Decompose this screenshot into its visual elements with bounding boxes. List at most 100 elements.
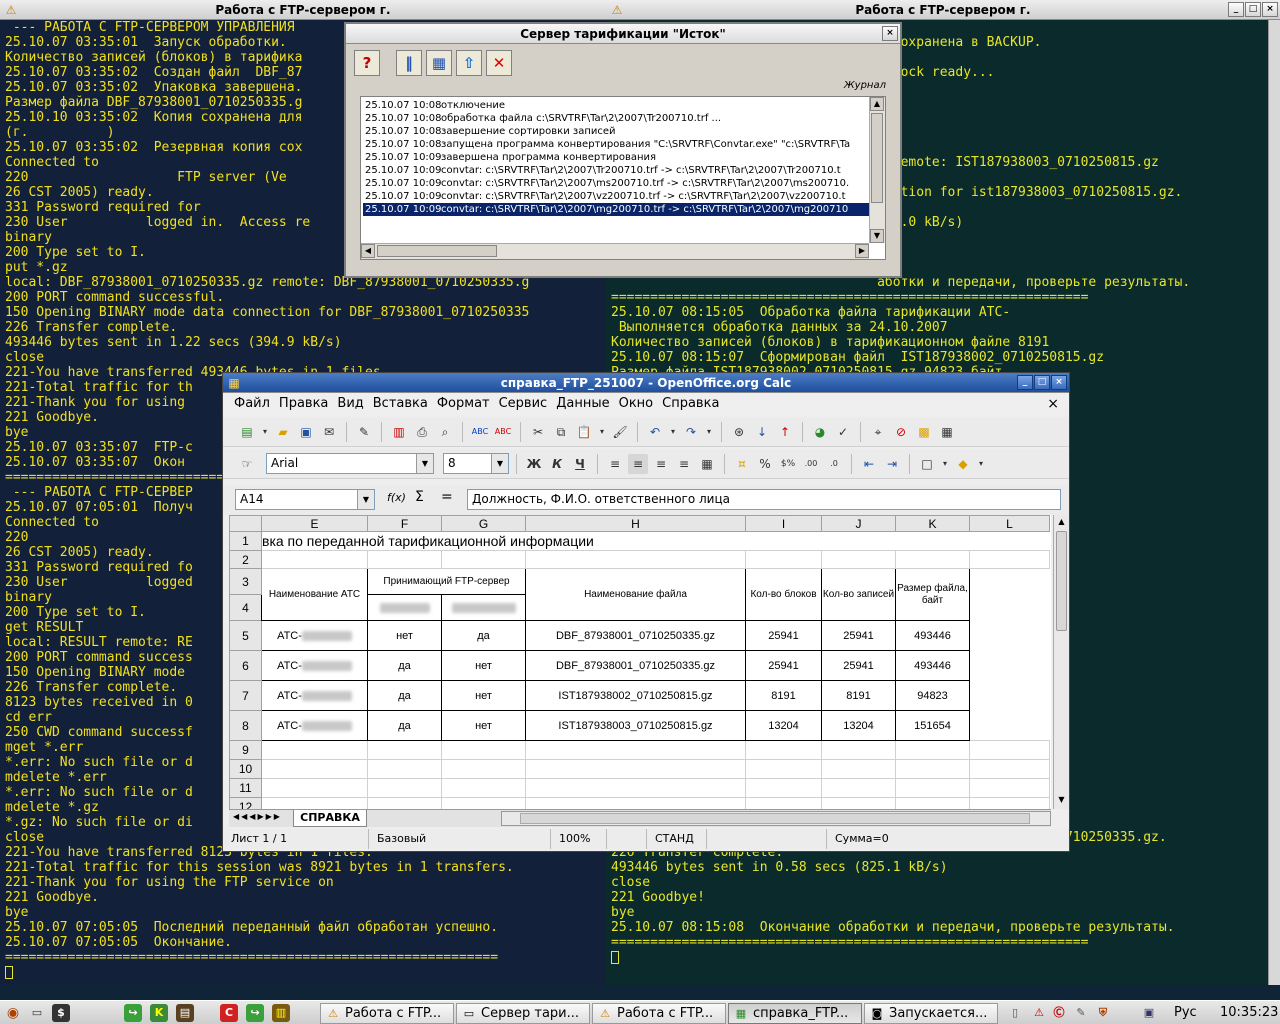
find-replace-icon[interactable]: ⌖ xyxy=(868,422,888,442)
istok-dialog[interactable]: Сервер тарификации "Исток" × ? ‖ ▦ ⇧ ✕ Ж… xyxy=(344,22,902,278)
function-icon[interactable]: = xyxy=(441,489,453,505)
ats-cell[interactable]: АТС- xyxy=(261,620,368,651)
draw-functions-icon[interactable]: ✓ xyxy=(833,422,853,442)
file-cell[interactable]: DBF_87938001_0710250335.gz xyxy=(525,620,746,651)
ftp-cell[interactable]: нет xyxy=(441,710,526,741)
report-title[interactable]: вка по переданной тарификационной информ… xyxy=(262,532,1050,551)
sheet-hscroll[interactable] xyxy=(501,811,1051,826)
hyperlink-icon[interactable]: ⊛ xyxy=(729,422,749,442)
redacted-cell[interactable] xyxy=(367,594,442,621)
journal-entry[interactable]: 25.10.07 10:08завершение сортировки запи… xyxy=(363,125,869,138)
row-header[interactable]: 3 xyxy=(229,568,262,595)
calc-titlebar[interactable]: ▦ справка_FTP_251007 - OpenOffice.org Ca… xyxy=(223,373,1069,393)
blocks-cell[interactable]: 25941 xyxy=(745,650,822,681)
settings-icon[interactable]: ‖ xyxy=(396,50,422,76)
menu-help[interactable]: Справка xyxy=(659,393,725,415)
name-box[interactable]: A14 ▼ xyxy=(235,489,375,510)
journal-entry[interactable]: 25.10.07 10:08обработка файла c:\SRVTRF\… xyxy=(363,112,869,125)
row-header[interactable]: 1 xyxy=(229,531,262,551)
maximize-button[interactable]: □ xyxy=(1245,2,1261,17)
col-header[interactable]: J xyxy=(821,515,896,532)
redo-icon[interactable]: ↷ xyxy=(681,422,701,442)
size-cell[interactable]: 493446 xyxy=(895,620,970,651)
status-zoom[interactable]: 100% xyxy=(551,829,607,849)
tray-pen-icon[interactable]: ✎ xyxy=(1072,1004,1090,1022)
journal-entry[interactable]: 25.10.07 10:08отключение xyxy=(363,99,869,112)
document-close-icon[interactable]: × xyxy=(1047,396,1059,412)
table-row[interactable]: 8 АТС- да нет IST187938003_0710250815.gz… xyxy=(229,710,1050,741)
copy-icon[interactable]: ⧉ xyxy=(551,422,571,442)
header-size[interactable]: Размер файла, байт xyxy=(895,568,970,621)
header-file-name[interactable]: Наименование файла xyxy=(525,568,746,621)
scroll-down-icon[interactable]: ▼ xyxy=(870,229,884,243)
row-header[interactable]: 9 xyxy=(229,740,262,760)
status-mode[interactable]: СТАНД xyxy=(647,829,707,849)
save-icon[interactable]: ▣ xyxy=(296,422,316,442)
formula-input[interactable]: Должность, Ф.И.О. ответственного лица xyxy=(467,489,1061,510)
blocks-cell[interactable]: 8191 xyxy=(745,680,822,711)
file-cell[interactable]: IST187938002_0710250815.gz xyxy=(525,680,746,711)
undo-dropdown-icon[interactable]: ▾ xyxy=(668,422,678,442)
sheet-vscroll[interactable]: ▲ ▼ xyxy=(1053,515,1069,809)
sheet-table[interactable]: E F G H I J K L 1 вка по переданной тари… xyxy=(229,515,1050,809)
row-header[interactable]: 4 xyxy=(229,594,262,621)
new-dropdown-icon[interactable]: ▾ xyxy=(260,422,270,442)
ftp-cell[interactable]: да xyxy=(367,650,442,681)
istok-titlebar[interactable]: Сервер тарификации "Исток" × xyxy=(346,24,900,44)
row-header[interactable]: 6 xyxy=(229,650,262,681)
journal-entry[interactable]: 25.10.07 10:09convtar: c:\SRVTRF\Tar\2\2… xyxy=(363,203,869,216)
journal-hscroll[interactable]: ◀ ▶ xyxy=(361,243,869,259)
increase-indent-icon[interactable]: ⇥ xyxy=(882,454,902,474)
journal-entry[interactable]: 25.10.07 10:09convtar: c:\SRVTRF\Tar\2\2… xyxy=(363,177,869,190)
borders-icon[interactable]: □ xyxy=(917,454,937,474)
scroll-up-icon[interactable]: ▲ xyxy=(870,97,884,111)
scroll-left-icon[interactable]: ◀ xyxy=(361,244,375,258)
export-pdf-icon[interactable]: ▥ xyxy=(389,422,409,442)
sheet-tab-spravka[interactable]: СПРАВКА xyxy=(293,810,367,827)
redo-dropdown-icon[interactable]: ▾ xyxy=(704,422,714,442)
journal-vscroll[interactable]: ▲ ▼ xyxy=(869,97,885,243)
records-cell[interactable]: 25941 xyxy=(821,620,896,651)
col-header[interactable]: G xyxy=(441,515,526,532)
sum-icon[interactable]: Σ xyxy=(415,489,424,505)
header-blocks[interactable]: Кол-во блоков xyxy=(745,568,822,621)
journal-entry[interactable]: 25.10.07 10:09завершена программа конвер… xyxy=(363,151,869,164)
task-istok[interactable]: ▭ Сервер тари... xyxy=(456,1003,590,1024)
email-icon[interactable]: ✉ xyxy=(319,422,339,442)
chevron-down-icon[interactable]: ▼ xyxy=(491,454,508,473)
task-calc[interactable]: ▦ справка_FTP... xyxy=(728,1003,862,1024)
align-center-icon[interactable]: ≡ xyxy=(628,453,648,474)
function-wizard-icon[interactable]: f(x) xyxy=(387,491,406,504)
journal-listbox[interactable]: 25.10.07 10:08отключение 25.10.07 10:08об… xyxy=(360,96,886,260)
background-color-icon[interactable]: ◆ xyxy=(953,454,973,474)
journal-entry[interactable]: 25.10.07 10:08запущена программа конверт… xyxy=(363,138,869,151)
navigator-icon[interactable]: ⊘ xyxy=(891,422,911,442)
ats-cell[interactable]: АТС- xyxy=(261,680,368,711)
left-terminal-titlebar[interactable]: ⚠ Работа с FTP-сервером г. xyxy=(0,0,606,20)
cut-icon[interactable]: ✂ xyxy=(528,422,548,442)
size-cell[interactable]: 151654 xyxy=(895,710,970,741)
col-header[interactable]: H xyxy=(525,515,746,532)
col-header[interactable]: K xyxy=(895,515,970,532)
col-header[interactable]: F xyxy=(367,515,442,532)
journal-entry[interactable]: 25.10.07 10:09convtar: c:\SRVTRF\Tar\2\2… xyxy=(363,190,869,203)
align-left-icon[interactable]: ≡ xyxy=(605,454,625,474)
close-button[interactable]: × xyxy=(882,26,898,41)
task-starting[interactable]: ◙ Запускается... xyxy=(864,1003,998,1024)
keyboard-layout[interactable]: Рус xyxy=(1174,1005,1197,1020)
blocks-cell[interactable]: 13204 xyxy=(745,710,822,741)
edit-file-icon[interactable]: ✎ xyxy=(354,422,374,442)
tray-warning-icon[interactable]: ⚠ xyxy=(1030,1004,1048,1022)
task-ftp-1[interactable]: ⚠ Работа с FTP... xyxy=(320,1003,454,1024)
menu-insert[interactable]: Вставка xyxy=(370,393,434,415)
row-header[interactable]: 10 xyxy=(229,759,262,779)
gallery-icon[interactable]: ▩ xyxy=(914,422,934,442)
row-header[interactable]: 7 xyxy=(229,680,262,711)
close-button[interactable]: × xyxy=(1051,375,1067,390)
ats-cell[interactable]: АТС- xyxy=(261,650,368,681)
menu-format[interactable]: Формат xyxy=(434,393,496,415)
terminal-icon[interactable]: $ xyxy=(52,1004,70,1022)
row-header[interactable]: 8 xyxy=(229,710,262,741)
records-cell[interactable]: 25941 xyxy=(821,650,896,681)
minimize-button[interactable]: _ xyxy=(1228,2,1244,17)
